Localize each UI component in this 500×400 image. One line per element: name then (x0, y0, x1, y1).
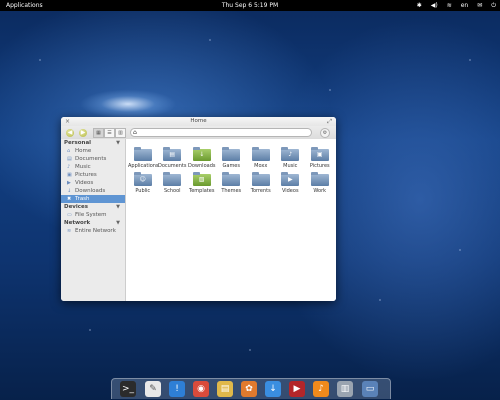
keyboard-language[interactable]: en (461, 0, 469, 11)
sidebar-item-file-system[interactable]: ▭ File System (61, 211, 125, 219)
terminal-icon[interactable]: >_ (120, 381, 136, 397)
folder-templates-icon: ▧ (192, 172, 211, 186)
sidebar-section-network[interactable]: Network ▼ (61, 219, 125, 227)
downloads-icon: ↓ (67, 188, 72, 194)
documents-icon: ▤ (67, 156, 72, 162)
chat-icon[interactable]: ! (169, 381, 185, 397)
back-button[interactable]: ◀ (66, 129, 74, 137)
folder-work[interactable]: Work (305, 172, 335, 197)
folder-icon (251, 172, 270, 186)
file-grid: Applications ▤ Documents ↓ Downloads Games… (126, 147, 336, 197)
folder-icon (310, 172, 329, 186)
folder-school[interactable]: School (158, 172, 188, 197)
folder-pictures[interactable]: ▣ Pictures (305, 147, 335, 172)
sidebar-item-documents[interactable]: ▤ Documents (61, 155, 125, 163)
list-view-button[interactable]: ☰ (104, 128, 115, 138)
mail-icon[interactable]: ✉ (477, 0, 482, 11)
pictures-icon: ▣ (67, 172, 72, 178)
system-monitor-icon[interactable]: ▥ (337, 381, 353, 397)
file-manager-window: × Home ⤢ ◀ ▶ ▦ ☰ ▥ ⌂ ⚙ Personal ▼ ⌂ Home ▤… (61, 117, 336, 301)
trash-icon: ✖ (67, 196, 72, 202)
column-view-button[interactable]: ▥ (115, 128, 126, 138)
folder-public[interactable]: ☺ Public (128, 172, 158, 197)
video-icon[interactable]: ▶ (289, 381, 305, 397)
network-icon[interactable]: ≋ (447, 0, 452, 11)
dock: >_ ✎ ! ◉ ▤ ✿ ↓ ▶ ♪ ▥ ▭ (111, 378, 391, 399)
volume-icon[interactable]: ◀) (431, 0, 438, 11)
sidebar-item-downloads[interactable]: ↓ Downloads (61, 187, 125, 195)
shotwell-icon[interactable]: ✿ (241, 381, 257, 397)
window-title: Home (190, 118, 207, 124)
sidebar-item-pictures[interactable]: ▣ Pictures (61, 171, 125, 179)
icon-view-button[interactable]: ▦ (93, 128, 104, 138)
download-icon[interactable]: ↓ (265, 381, 281, 397)
videos-icon: ▶ (67, 180, 71, 186)
folder-icon (251, 147, 270, 161)
notes-icon[interactable]: ▤ (217, 381, 233, 397)
folder-videos[interactable]: ▶ Videos (276, 172, 306, 197)
home-icon[interactable]: ⌂ (133, 129, 137, 136)
sidebar-section-devices[interactable]: Devices ▼ (61, 203, 125, 211)
collapse-arrow-icon[interactable]: ▼ (116, 203, 120, 211)
chromium-icon[interactable]: ◉ (193, 381, 209, 397)
network-icon: ≋ (67, 228, 72, 234)
folder-icon (163, 172, 182, 186)
sidebar-item-trash[interactable]: ✖ Trash (61, 195, 125, 203)
folder-themes[interactable]: Themes (217, 172, 247, 197)
forward-button[interactable]: ▶ (79, 129, 87, 137)
folder-torrents[interactable]: Torrents (246, 172, 276, 197)
sidebar-section-personal[interactable]: Personal ▼ (61, 139, 125, 147)
sidebar: Personal ▼ ⌂ Home ▤ Documents ♪ Music ▣ Pictu… (61, 139, 126, 301)
folder-downloads-icon: ↓ (192, 147, 211, 161)
music-icon: ♪ (67, 164, 71, 170)
folder-downloads[interactable]: ↓ Downloads (187, 147, 217, 172)
location-bar[interactable]: ⌂ (130, 128, 312, 137)
folder-public-icon: ☺ (133, 172, 152, 186)
bluetooth-icon[interactable]: ✱ (417, 0, 422, 11)
folder-icon (133, 147, 152, 161)
folder-pictures-icon: ▣ (310, 147, 329, 161)
collapse-arrow-icon[interactable]: ▼ (116, 139, 120, 147)
top-panel: Applications Thu Sep 6 5:19 PM ✱ ◀) ≋ en… (0, 0, 500, 11)
folder-music-icon: ♪ (281, 147, 300, 161)
title-bar[interactable]: × Home ⤢ (61, 117, 336, 126)
sidebar-item-videos[interactable]: ▶ Videos (61, 179, 125, 187)
indicator-area: ✱ ◀) ≋ en ✉ ⏻ (417, 0, 496, 11)
folder-icon (222, 147, 241, 161)
drive-icon: ▭ (67, 212, 72, 218)
folder-icon (222, 172, 241, 186)
collapse-arrow-icon[interactable]: ▼ (116, 219, 120, 227)
folder-documents[interactable]: ▤ Documents (158, 147, 188, 172)
home-icon: ⌂ (67, 148, 71, 154)
text-editor-icon[interactable]: ✎ (145, 381, 161, 397)
folder-documents-icon: ▤ (163, 147, 182, 161)
music-icon[interactable]: ♪ (313, 381, 329, 397)
toolbar: ◀ ▶ ▦ ☰ ▥ ⌂ ⚙ (61, 126, 336, 140)
folder-templates[interactable]: ▧ Templates (187, 172, 217, 197)
file-view[interactable]: Applications ▤ Documents ↓ Downloads Games… (126, 139, 336, 301)
sidebar-item-music[interactable]: ♪ Music (61, 163, 125, 171)
gear-icon[interactable]: ⚙ (320, 128, 330, 138)
folder-games[interactable]: Games (217, 147, 247, 172)
folder-applications[interactable]: Applications (128, 147, 159, 172)
maximize-icon[interactable]: ⤢ (327, 118, 332, 125)
folder-moxx[interactable]: Moxx (246, 147, 276, 172)
sidebar-item-entire-network[interactable]: ≋ Entire Network (61, 227, 125, 235)
files-icon[interactable]: ▭ (362, 381, 378, 397)
folder-videos-icon: ▶ (281, 172, 300, 186)
sidebar-item-home[interactable]: ⌂ Home (61, 147, 125, 155)
power-icon[interactable]: ⏻ (491, 0, 496, 11)
folder-music[interactable]: ♪ Music (276, 147, 306, 172)
